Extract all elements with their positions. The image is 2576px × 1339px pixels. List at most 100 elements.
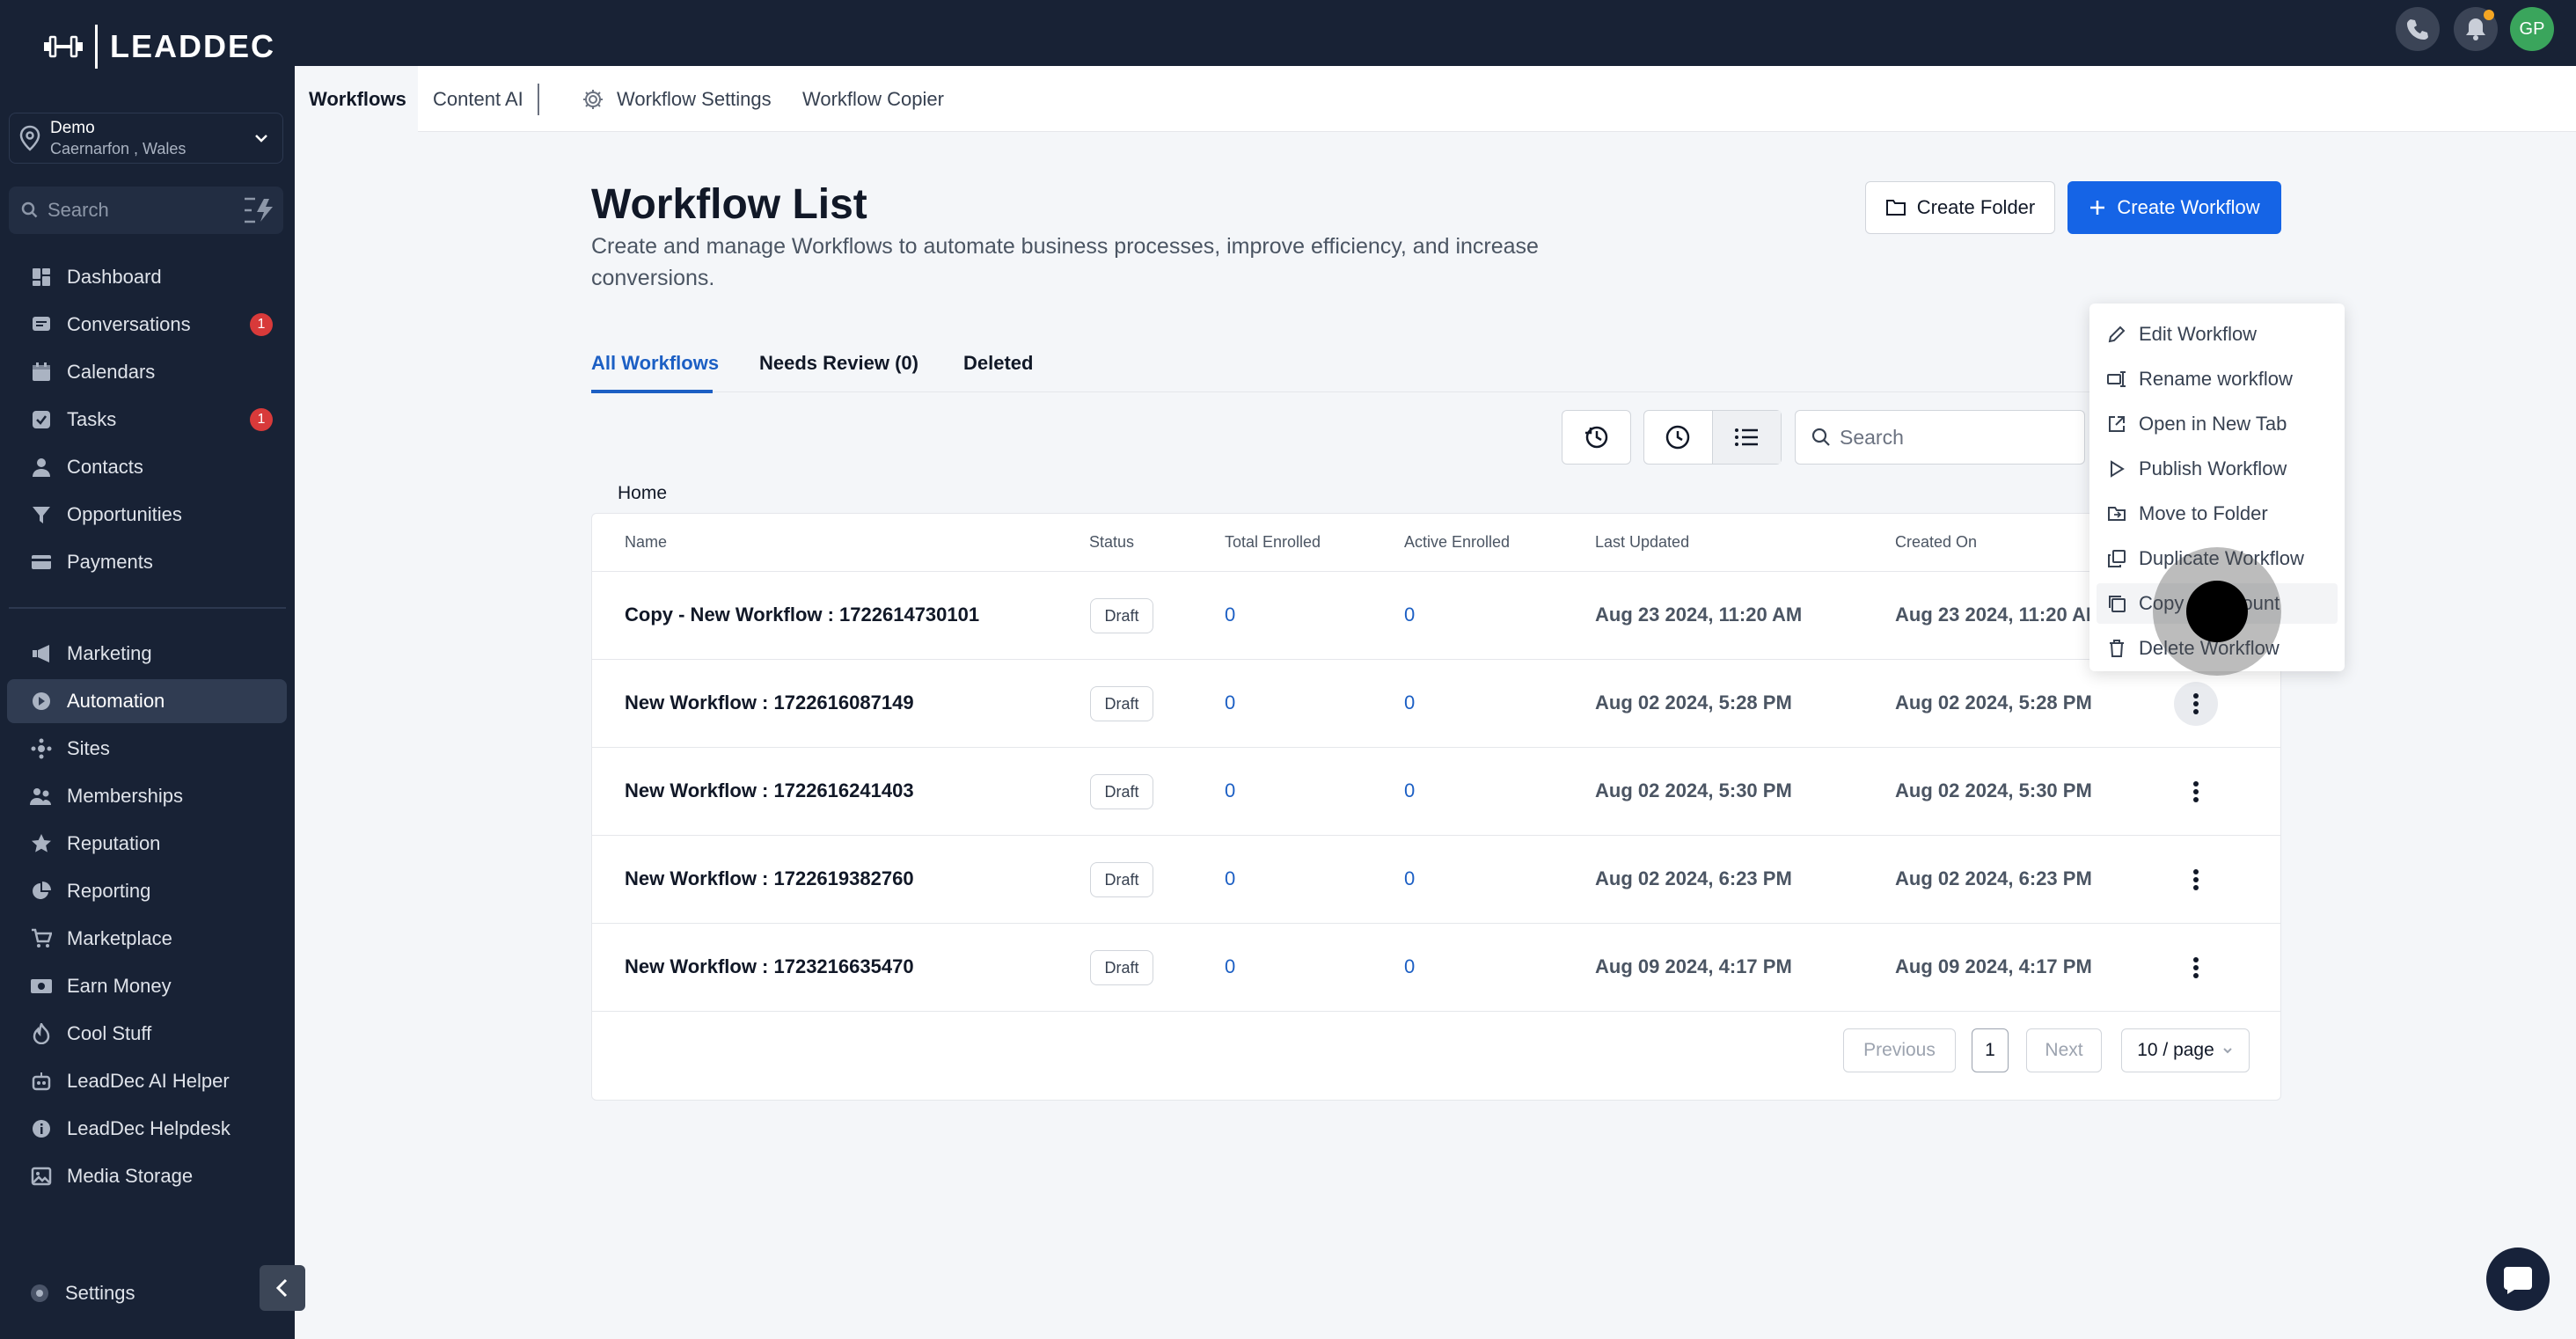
tab-deleted[interactable]: Deleted bbox=[963, 352, 1033, 375]
list-view-button[interactable] bbox=[1712, 411, 1781, 464]
row-actions-button[interactable] bbox=[2174, 770, 2218, 814]
total-enrolled[interactable]: 0 bbox=[1225, 604, 1235, 626]
flame-icon bbox=[30, 1022, 53, 1045]
menu-item-publish-workflow[interactable]: Publish Workflow bbox=[2097, 449, 2338, 489]
tab-content-ai[interactable]: Content AI bbox=[433, 66, 523, 132]
workflow-tabs: All Workflows Needs Review (0) Deleted bbox=[591, 334, 2280, 393]
total-enrolled[interactable]: 0 bbox=[1225, 779, 1235, 802]
create-folder-button[interactable]: Create Folder bbox=[1865, 181, 2055, 234]
row-actions-button[interactable] bbox=[2174, 858, 2218, 902]
page-number-button[interactable]: 1 bbox=[1972, 1028, 2009, 1072]
phone-button[interactable] bbox=[2396, 7, 2440, 51]
list-icon bbox=[1735, 428, 1759, 446]
sidebar-item-ai-helper[interactable]: LeadDec AI Helper bbox=[7, 1059, 287, 1103]
table-row[interactable]: New Workflow : 1722619382760 Draft 0 0 A… bbox=[592, 835, 2280, 923]
chat-widget-button[interactable] bbox=[2486, 1248, 2550, 1311]
sidebar-item-reporting[interactable]: Reporting bbox=[7, 869, 287, 913]
brand-logo[interactable]: LEADDEC bbox=[44, 25, 275, 69]
sidebar-item-automation[interactable]: Automation bbox=[7, 679, 287, 723]
sidebar-item-payments[interactable]: Payments bbox=[7, 540, 287, 584]
table-row[interactable]: New Workflow : 1723216635470 Draft 0 0 A… bbox=[592, 923, 2280, 1011]
sidebar-item-conversations[interactable]: Conversations 1 bbox=[7, 303, 287, 347]
avatar[interactable]: GP bbox=[2510, 7, 2554, 51]
workflow-name[interactable]: Copy - New Workflow : 1722614730101 bbox=[625, 604, 979, 626]
column-header-name[interactable]: Name bbox=[625, 533, 667, 552]
sidebar-item-earn-money[interactable]: Earn Money bbox=[7, 964, 287, 1008]
create-workflow-button[interactable]: Create Workflow bbox=[2067, 181, 2281, 234]
tab-needs-review[interactable]: Needs Review (0) bbox=[759, 352, 918, 375]
sidebar-item-marketplace[interactable]: Marketplace bbox=[7, 917, 287, 961]
menu-item-edit-workflow[interactable]: Edit Workflow bbox=[2097, 314, 2338, 355]
column-header-status[interactable]: Status bbox=[1089, 533, 1134, 552]
click-cursor-dot bbox=[2186, 581, 2248, 642]
sidebar-item-opportunities[interactable]: Opportunities bbox=[7, 493, 287, 537]
location-switcher[interactable]: Demo Caernarfon , Wales bbox=[9, 113, 283, 164]
sidebar-item-cool-stuff[interactable]: Cool Stuff bbox=[7, 1012, 287, 1056]
created-on: Aug 23 2024, 11:20 AM bbox=[1895, 604, 2103, 626]
column-header-total-enrolled[interactable]: Total Enrolled bbox=[1225, 533, 1321, 552]
pencil-icon bbox=[2108, 326, 2126, 343]
tab-workflow-settings-label: Workflow Settings bbox=[617, 87, 772, 110]
breadcrumb[interactable]: Home bbox=[618, 483, 667, 504]
column-header-created-on[interactable]: Created On bbox=[1895, 533, 1977, 552]
workflow-name[interactable]: New Workflow : 1722616241403 bbox=[625, 779, 914, 802]
sidebar-item-calendars[interactable]: Calendars bbox=[7, 350, 287, 394]
sidebar-item-helpdesk[interactable]: LeadDec Helpdesk bbox=[7, 1107, 287, 1151]
column-header-last-updated[interactable]: Last Updated bbox=[1595, 533, 1689, 552]
sidebar-item-marketing[interactable]: Marketing bbox=[7, 632, 287, 676]
total-enrolled[interactable]: 0 bbox=[1225, 691, 1235, 714]
workflow-name[interactable]: New Workflow : 1722616087149 bbox=[625, 691, 914, 714]
play-icon bbox=[2111, 460, 2125, 478]
sidebar-item-dashboard[interactable]: Dashboard bbox=[7, 255, 287, 299]
sidebar-item-reputation[interactable]: Reputation bbox=[7, 822, 287, 866]
workflow-name[interactable]: New Workflow : 1722619382760 bbox=[625, 867, 914, 890]
chevron-left-icon bbox=[275, 1278, 288, 1298]
tab-workflows[interactable]: Workflows bbox=[295, 66, 418, 132]
active-enrolled[interactable]: 0 bbox=[1404, 604, 1415, 626]
workflow-search-input[interactable]: Search bbox=[1795, 410, 2085, 465]
menu-item-open-in-new-tab[interactable]: Open in New Tab bbox=[2097, 404, 2338, 444]
notifications-button[interactable] bbox=[2454, 7, 2498, 51]
collapse-sidebar-button[interactable] bbox=[260, 1265, 305, 1311]
next-page-button[interactable]: Next bbox=[2026, 1028, 2102, 1072]
tab-workflow-settings[interactable]: Workflow Settings bbox=[582, 66, 772, 132]
calendar-icon bbox=[30, 361, 53, 384]
tab-workflow-copier[interactable]: Workflow Copier bbox=[802, 66, 944, 132]
lightning-icon[interactable] bbox=[243, 197, 274, 223]
total-enrolled[interactable]: 0 bbox=[1225, 867, 1235, 890]
row-actions-button[interactable] bbox=[2174, 946, 2218, 990]
active-enrolled[interactable]: 0 bbox=[1404, 867, 1415, 890]
sidebar: LEADDEC Demo Caernarfon , Wales Search D… bbox=[0, 0, 295, 1339]
active-enrolled[interactable]: 0 bbox=[1404, 691, 1415, 714]
logo-divider bbox=[95, 25, 98, 69]
sidebar-item-memberships[interactable]: Memberships bbox=[7, 774, 287, 818]
sidebar-item-media-storage[interactable]: Media Storage bbox=[7, 1154, 287, 1198]
workflow-name[interactable]: New Workflow : 1723216635470 bbox=[625, 955, 914, 978]
tab-all-workflows[interactable]: All Workflows bbox=[591, 352, 719, 375]
total-enrolled[interactable]: 0 bbox=[1225, 955, 1235, 978]
table-row[interactable]: Copy - New Workflow : 1722614730101 Draf… bbox=[592, 571, 2280, 659]
search-placeholder: Search bbox=[1840, 425, 1904, 449]
menu-item-move-to-folder[interactable]: Move to Folder bbox=[2097, 494, 2338, 534]
active-enrolled[interactable]: 0 bbox=[1404, 779, 1415, 802]
page-size-select[interactable]: 10 / page bbox=[2121, 1028, 2250, 1072]
more-vertical-icon bbox=[2193, 957, 2199, 978]
history-button[interactable] bbox=[1562, 410, 1631, 465]
status-badge: Draft bbox=[1090, 774, 1153, 809]
folder-icon bbox=[1885, 200, 1906, 216]
sidebar-item-contacts[interactable]: Contacts bbox=[7, 445, 287, 489]
sidebar-search[interactable]: Search bbox=[9, 187, 283, 234]
previous-page-button[interactable]: Previous bbox=[1843, 1028, 1956, 1072]
table-row[interactable]: New Workflow : 1722616241403 Draft 0 0 A… bbox=[592, 747, 2280, 835]
column-header-active-enrolled[interactable]: Active Enrolled bbox=[1404, 533, 1510, 552]
money-icon bbox=[30, 975, 53, 998]
row-actions-button[interactable] bbox=[2174, 682, 2218, 726]
sidebar-item-settings[interactable]: Settings bbox=[7, 1271, 287, 1315]
menu-item-rename-workflow[interactable]: Rename workflow bbox=[2097, 359, 2338, 399]
sidebar-item-tasks[interactable]: Tasks 1 bbox=[7, 398, 287, 442]
clock-view-button[interactable] bbox=[1644, 411, 1713, 464]
image-icon bbox=[30, 1165, 53, 1188]
active-enrolled[interactable]: 0 bbox=[1404, 955, 1415, 978]
table-row[interactable]: New Workflow : 1722616087149 Draft 0 0 A… bbox=[592, 659, 2280, 747]
sidebar-item-sites[interactable]: Sites bbox=[7, 727, 287, 771]
